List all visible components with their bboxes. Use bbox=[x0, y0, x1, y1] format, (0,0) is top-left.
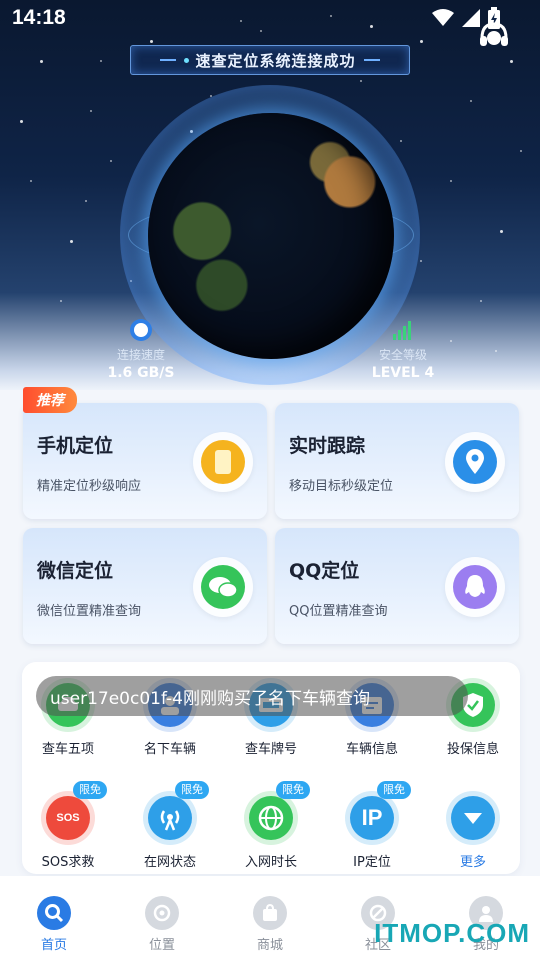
connection-banner: 速查定位系统连接成功 bbox=[130, 45, 410, 75]
speed-icon bbox=[129, 318, 153, 342]
purchase-toast: user17e0c01f-4刚刚购买了名下车辆查询 bbox=[36, 676, 468, 716]
grid-item-label: 名下车辆 bbox=[143, 742, 196, 757]
free-badge: 限免 bbox=[276, 781, 310, 799]
card-subtitle: QQ位置精准查询 bbox=[289, 604, 388, 619]
card-qq-location[interactable]: QQ定位 QQ位置精准查询 bbox=[275, 528, 519, 644]
card-realtime-tracking[interactable]: 实时跟踪 移动目标秒级定位 bbox=[275, 403, 519, 519]
free-badge: 限免 bbox=[73, 781, 107, 799]
card-subtitle: 移动目标秒级定位 bbox=[289, 479, 394, 494]
tab-label: 商城 bbox=[256, 938, 283, 953]
grid-item-label: 更多 bbox=[459, 855, 486, 870]
sos-icon: SOS bbox=[46, 796, 90, 840]
grid-item-label: 车辆信息 bbox=[345, 742, 398, 757]
card-subtitle: 微信位置精准查询 bbox=[37, 604, 142, 619]
free-badge: 限免 bbox=[377, 781, 411, 799]
card-wechat-location[interactable]: 微信定位 微信位置精准查询 bbox=[23, 528, 267, 644]
search-icon bbox=[37, 896, 71, 930]
card-title: 微信定位 bbox=[37, 560, 114, 582]
grid-item-9[interactable]: IP 限免 IP定位 bbox=[322, 781, 422, 870]
speed-stat: 连接速度 1.6 GB/S bbox=[76, 318, 206, 381]
target-icon bbox=[145, 896, 179, 930]
tab-target[interactable]: 位置 bbox=[122, 896, 202, 953]
grid-item-label: 查车五项 bbox=[41, 742, 94, 757]
grid-item-label: 查车牌号 bbox=[244, 742, 297, 757]
grid-item-label: 在网状态 bbox=[143, 855, 196, 870]
wechat-icon bbox=[201, 565, 245, 609]
hero-section: 14:18 速查定位系统连接成功 连接速度 1.6 GB/S 安全等级 LEVE… bbox=[0, 0, 540, 390]
grid-item-6[interactable]: SOS 限免 SOS求救 bbox=[18, 781, 118, 870]
grid-item-7[interactable]: 限免在网状态 bbox=[120, 781, 220, 870]
card-subtitle: 精准定位秒级响应 bbox=[37, 479, 142, 494]
card-title: 实时跟踪 bbox=[289, 435, 366, 457]
banner-text: 速查定位系统连接成功 bbox=[195, 51, 356, 70]
customer-service-button[interactable] bbox=[476, 18, 512, 54]
speed-label: 连接速度 bbox=[116, 348, 165, 362]
phone-icon bbox=[201, 440, 245, 484]
headset-icon bbox=[476, 22, 512, 58]
grid-item-label: 投保信息 bbox=[446, 742, 499, 757]
recommend-tag: 推荐 bbox=[23, 387, 77, 413]
globe-icon bbox=[249, 796, 293, 840]
grid-item-label: IP定位 bbox=[353, 855, 391, 870]
tab-label: 首页 bbox=[40, 938, 67, 953]
tab-label: 位置 bbox=[148, 938, 175, 953]
grid-item-label: SOS求救 bbox=[41, 855, 95, 870]
tab-search[interactable]: 首页 bbox=[14, 896, 94, 953]
security-stat: 安全等级 LEVEL 4 bbox=[338, 318, 468, 381]
card-title: 手机定位 bbox=[37, 435, 114, 457]
grid-item-8[interactable]: 限免入网时长 bbox=[221, 781, 321, 870]
security-label: 安全等级 bbox=[378, 348, 427, 362]
ip-icon: IP bbox=[350, 796, 394, 840]
speed-value: 1.6 GB/S bbox=[107, 365, 175, 381]
qq-icon bbox=[453, 565, 497, 609]
card-title: QQ定位 bbox=[289, 560, 360, 582]
security-value: LEVEL 4 bbox=[371, 365, 435, 381]
card-phone-location[interactable]: 手机定位 精准定位秒级响应 bbox=[23, 403, 267, 519]
signal-bars-icon bbox=[391, 318, 415, 342]
chevron-down-icon bbox=[451, 796, 495, 840]
wifi-icon bbox=[432, 9, 454, 31]
grid-item-10[interactable]: 更多 bbox=[423, 791, 523, 870]
status-bar: 14:18 bbox=[0, 0, 540, 36]
location-pin-icon bbox=[453, 440, 497, 484]
signal-tower-icon bbox=[148, 796, 192, 840]
status-time: 14:18 bbox=[12, 6, 66, 29]
free-badge: 限免 bbox=[175, 781, 209, 799]
watermark: ITMOP.COM bbox=[374, 918, 530, 948]
grid-item-label: 入网时长 bbox=[244, 855, 297, 870]
tab-shopping-bag[interactable]: 商城 bbox=[230, 896, 310, 953]
shopping-bag-icon bbox=[253, 896, 287, 930]
